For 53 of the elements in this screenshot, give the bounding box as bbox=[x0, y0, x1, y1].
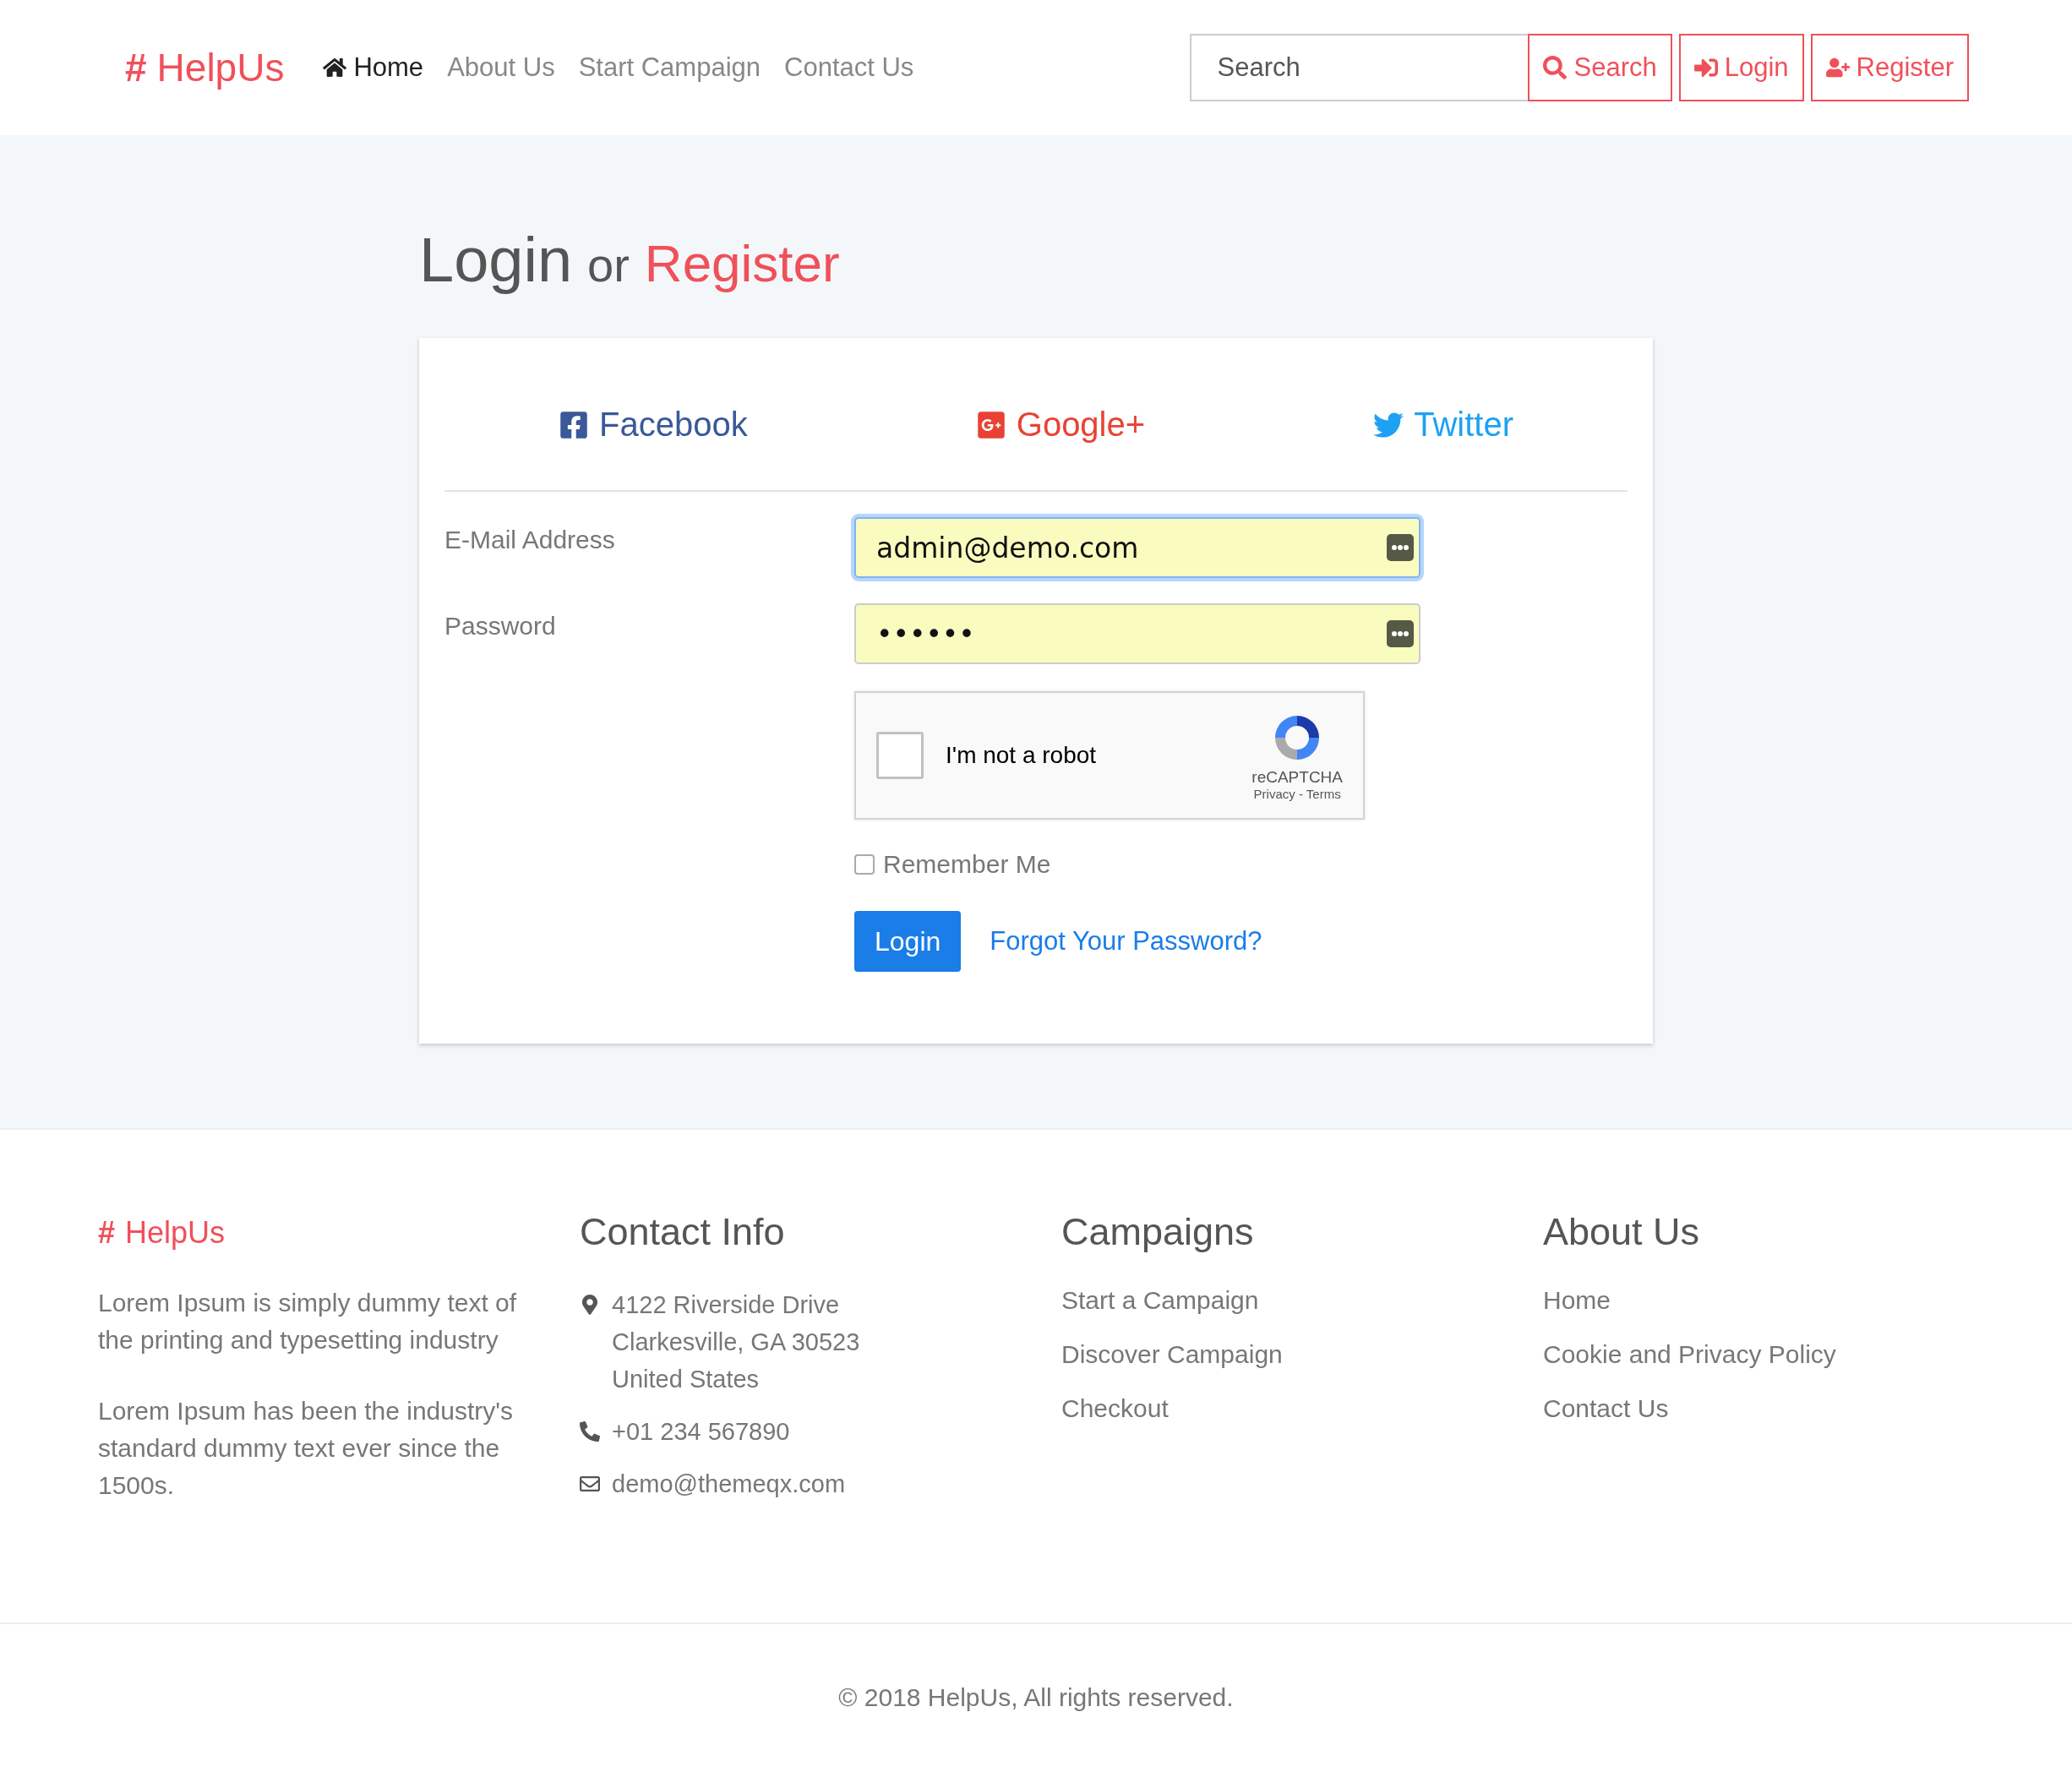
footer-heading: About Us bbox=[1543, 1210, 1701, 1254]
login-button[interactable]: Login bbox=[854, 911, 962, 972]
footer-link[interactable]: Checkout bbox=[1061, 1394, 1543, 1423]
footer-link[interactable]: Home bbox=[1543, 1286, 2025, 1315]
password-manager-icon[interactable] bbox=[1387, 534, 1414, 561]
remember-label: Remember Me bbox=[883, 850, 1051, 879]
contact-text: 4122 Riverside Drive bbox=[612, 1290, 841, 1320]
home-icon bbox=[323, 56, 347, 79]
phone-icon bbox=[580, 1421, 600, 1442]
remember-checkbox[interactable] bbox=[854, 854, 875, 875]
forgot-password-link[interactable]: Forgot Your Password? bbox=[990, 926, 1262, 957]
user-plus-icon bbox=[1825, 56, 1850, 79]
page-title: Login or Register bbox=[419, 224, 841, 296]
field-label: Password bbox=[444, 611, 557, 641]
footer-paragraph: Lorem Ipsum has been the industry's standard dummy text ever since the 1500s. bbox=[98, 1396, 514, 1501]
facebook-icon bbox=[559, 409, 590, 440]
nav-link[interactable]: Contact Us bbox=[784, 52, 914, 83]
contact-text: United States bbox=[612, 1365, 761, 1394]
footer-heading: Contact Info bbox=[580, 1210, 786, 1254]
footer-link[interactable]: Contact Us bbox=[1543, 1394, 2025, 1423]
footer-link[interactable]: Discover Campaign bbox=[1061, 1340, 1543, 1369]
nav-link[interactable]: Home bbox=[323, 52, 424, 83]
facebook-login-link[interactable]: Facebook bbox=[559, 406, 748, 444]
register-button[interactable]: Register bbox=[1810, 34, 1969, 101]
login-button[interactable]: Login bbox=[1678, 34, 1804, 101]
search-button[interactable]: Search bbox=[1528, 34, 1672, 101]
footer-paragraph: Lorem Ipsum is simply dummy text of the printing and typesetting industry bbox=[98, 1288, 518, 1355]
search-icon bbox=[1543, 56, 1568, 79]
footer-link[interactable]: Cookie and Privacy Policy bbox=[1543, 1340, 2025, 1369]
contact-text: +01 234 567890 bbox=[612, 1417, 790, 1447]
footer-link[interactable]: Start a Campaign bbox=[1061, 1286, 1543, 1315]
contact-text: demo@themeqx.com bbox=[612, 1469, 846, 1499]
search-field[interactable]: Search bbox=[1190, 34, 1529, 101]
map-pin-icon bbox=[580, 1295, 600, 1315]
input-field[interactable]: •••••• bbox=[854, 603, 1420, 664]
input-field[interactable]: admin@demo.com bbox=[854, 517, 1420, 578]
captcha-checkbox[interactable] bbox=[876, 732, 924, 779]
nav-link[interactable]: About Us bbox=[447, 52, 555, 83]
nav-link[interactable]: Start Campaign bbox=[578, 52, 761, 83]
captcha-links[interactable]: Privacy - Terms bbox=[1253, 786, 1341, 801]
envelope-icon bbox=[580, 1474, 600, 1494]
captcha-label: I'm not a robot bbox=[946, 742, 1098, 769]
twitter-login-link[interactable]: Twitter bbox=[1373, 406, 1513, 444]
google-login-link[interactable]: Google+ bbox=[975, 406, 1146, 444]
copyright-text: © 2018 HelpUs, All rights reserved. bbox=[838, 1682, 1234, 1712]
footer-heading: Campaigns bbox=[1061, 1210, 1255, 1254]
field-label: E-Mail Address bbox=[444, 525, 616, 555]
google-icon bbox=[975, 409, 1006, 440]
footer-logo[interactable]: # HelpUs bbox=[98, 1210, 580, 1251]
site-logo[interactable]: # HelpUs bbox=[125, 45, 285, 90]
captcha-brand: reCAPTCHA bbox=[1251, 767, 1343, 787]
contact-text: Clarkesville, GA 30523 bbox=[612, 1328, 860, 1357]
password-manager-icon[interactable] bbox=[1387, 620, 1414, 647]
